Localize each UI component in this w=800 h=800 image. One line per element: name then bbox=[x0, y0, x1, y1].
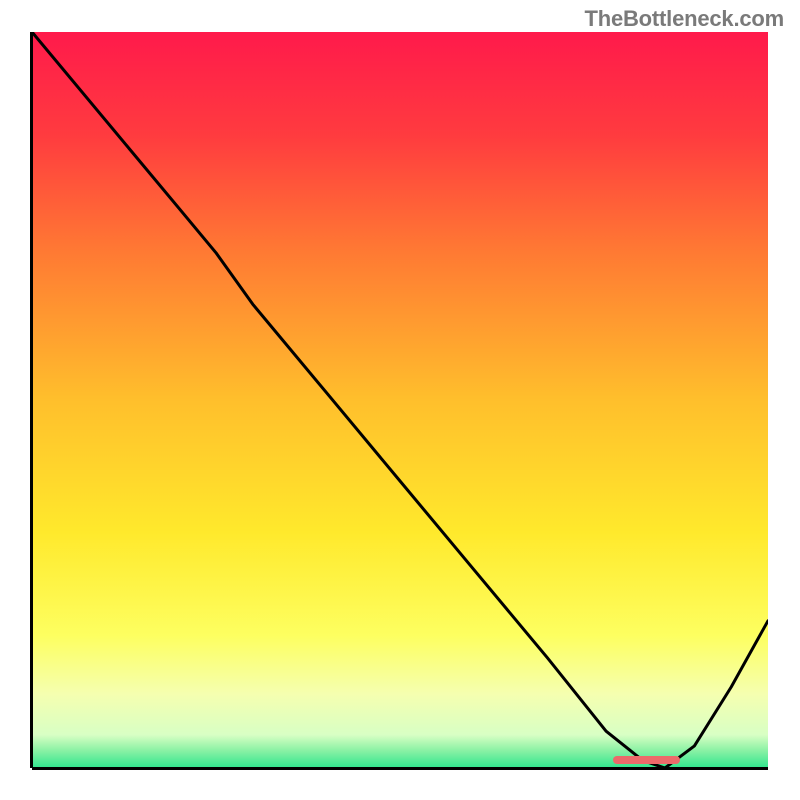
watermark-text: TheBottleneck.com bbox=[584, 6, 784, 32]
x-axis bbox=[32, 767, 768, 770]
plot-area bbox=[32, 32, 768, 768]
gradient-background bbox=[32, 32, 768, 768]
y-axis bbox=[30, 32, 33, 768]
